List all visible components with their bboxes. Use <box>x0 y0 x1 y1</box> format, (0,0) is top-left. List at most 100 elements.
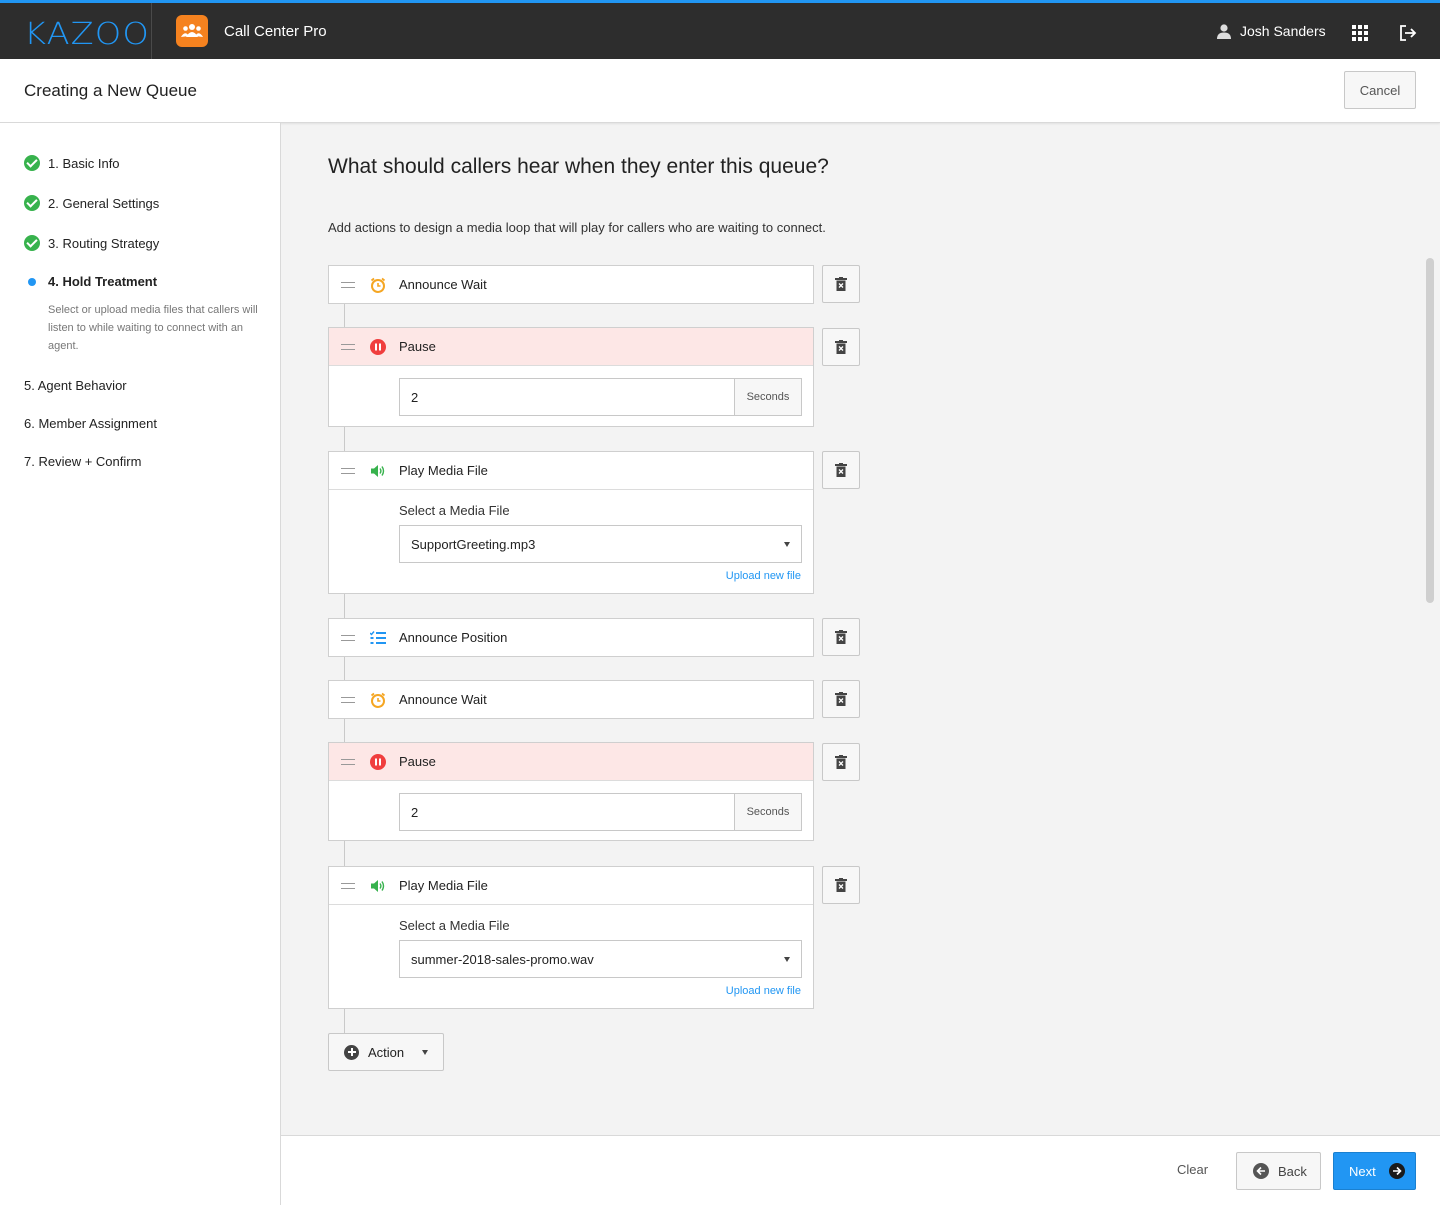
arrow-right-circle-icon <box>1388 1163 1405 1179</box>
drag-handle-icon[interactable] <box>341 634 355 641</box>
logout-icon[interactable] <box>1399 24 1417 42</box>
step-routing-strategy[interactable]: 3. Routing Strategy <box>24 235 159 251</box>
delete-action-button[interactable] <box>822 743 860 781</box>
action-body: Select a Media File summer-2018-sales-pr… <box>329 904 813 1008</box>
arrow-left-circle-icon <box>1253 1163 1269 1179</box>
user-menu[interactable]: Josh Sanders <box>1216 23 1326 39</box>
add-action-label: Action <box>368 1044 405 1060</box>
trash-icon <box>835 755 847 769</box>
connector-line <box>344 1009 345 1033</box>
delete-action-button[interactable] <box>822 866 860 904</box>
top-divider <box>151 3 152 59</box>
check-icon <box>24 235 40 251</box>
caret-down-icon <box>422 1049 429 1055</box>
clear-link[interactable]: Clear <box>1177 1162 1208 1177</box>
drag-handle-icon[interactable] <box>341 343 355 350</box>
drag-handle-icon[interactable] <box>341 758 355 765</box>
step-label: 5. Agent Behavior <box>24 378 127 393</box>
caret-down-icon <box>784 542 790 547</box>
step-label: 2. General Settings <box>48 195 160 211</box>
connector-line <box>344 841 345 866</box>
step-basic-info[interactable]: 1. Basic Info <box>24 155 120 171</box>
step-label: 4. Hold Treatment <box>48 274 158 289</box>
connector-line <box>344 656 345 680</box>
media-file-select[interactable]: summer-2018-sales-promo.wav <box>399 940 802 978</box>
action-announce-position: Announce Position <box>328 618 814 657</box>
main-title: What should callers hear when they enter… <box>328 155 829 178</box>
action-play-media-file: Play Media File Select a Media File summ… <box>328 866 814 1009</box>
add-action-dropdown[interactable]: Action <box>328 1033 444 1071</box>
action-header: Announce Position <box>329 619 813 656</box>
action-header: Play Media File <box>329 452 813 489</box>
drag-handle-icon[interactable] <box>341 882 355 889</box>
action-announce-wait: Announce Wait <box>328 265 814 304</box>
connector-line <box>344 303 345 327</box>
delete-action-button[interactable] <box>822 618 860 656</box>
user-name: Josh Sanders <box>1240 23 1326 39</box>
check-icon <box>24 155 40 171</box>
drag-handle-icon[interactable] <box>341 281 355 288</box>
kazoo-logo[interactable]: KAZOO <box>24 17 150 52</box>
step-label: 3. Routing Strategy <box>48 235 160 251</box>
pause-seconds-input[interactable] <box>400 379 734 415</box>
action-pause: Pause Seconds <box>328 327 814 427</box>
step-member-assignment[interactable]: 6. Member Assignment <box>24 416 157 431</box>
wizard-sidebar: 1. Basic Info 2. General Settings 3. Rou… <box>0 123 281 1205</box>
drag-handle-icon[interactable] <box>341 467 355 474</box>
media-file-select[interactable]: SupportGreeting.mp3 <box>399 525 802 563</box>
action-label: Announce Wait <box>399 277 487 292</box>
active-step-description: Select or upload media files that caller… <box>48 304 258 352</box>
action-label: Announce Position <box>399 630 508 645</box>
step-label: 1. Basic Info <box>48 155 120 171</box>
action-label: Play Media File <box>399 878 488 893</box>
caret-down-icon <box>784 957 790 962</box>
wizard-footer: Clear Back Next <box>281 1135 1440 1205</box>
step-review-confirm[interactable]: 7. Review + Confirm <box>24 454 141 469</box>
trash-icon <box>835 630 847 644</box>
page-title: Creating a New Queue <box>24 81 197 100</box>
scrollbar-thumb[interactable] <box>1426 258 1434 603</box>
trash-icon <box>835 463 847 477</box>
next-button[interactable]: Next <box>1333 1152 1416 1190</box>
back-label: Back <box>1278 1163 1307 1179</box>
back-button[interactable]: Back <box>1236 1152 1321 1190</box>
page-header: Creating a New Queue Cancel <box>0 59 1440 123</box>
action-label: Announce Wait <box>399 692 487 707</box>
selected-media-file: SupportGreeting.mp3 <box>411 536 536 552</box>
next-label: Next <box>1349 1163 1376 1179</box>
pause-seconds-input[interactable] <box>400 794 734 830</box>
action-label: Pause <box>399 339 436 354</box>
call-center-app-icon[interactable] <box>176 15 208 47</box>
drag-handle-icon[interactable] <box>341 696 355 703</box>
check-icon <box>24 195 40 211</box>
speaker-icon <box>369 462 387 480</box>
upload-new-file-link[interactable]: Upload new file <box>726 570 801 582</box>
action-header: Announce Wait <box>329 266 813 303</box>
trash-icon <box>835 692 847 706</box>
media-file-label: Select a Media File <box>399 918 510 933</box>
app-name: Call Center Pro <box>224 23 327 40</box>
delete-action-button[interactable] <box>822 680 860 718</box>
main-description: Add actions to design a media loop that … <box>328 220 826 235</box>
seconds-unit-label: Seconds <box>734 379 801 415</box>
active-step-dot-icon <box>28 277 36 286</box>
cancel-button[interactable]: Cancel <box>1344 71 1416 109</box>
action-body: Seconds <box>329 365 813 426</box>
pause-icon <box>369 753 387 771</box>
top-bar: KAZOO Call Center Pro Josh Sanders <box>0 0 1440 59</box>
trash-icon <box>835 340 847 354</box>
alarm-clock-icon <box>369 276 387 294</box>
delete-action-button[interactable] <box>822 451 860 489</box>
delete-action-button[interactable] <box>822 265 860 303</box>
action-label: Play Media File <box>399 463 488 478</box>
plus-circle-icon <box>344 1044 359 1060</box>
action-announce-wait: Announce Wait <box>328 680 814 719</box>
step-general-settings[interactable]: 2. General Settings <box>24 195 159 211</box>
app-grid-icon[interactable] <box>1352 25 1368 41</box>
delete-action-button[interactable] <box>822 328 860 366</box>
step-agent-behavior[interactable]: 5. Agent Behavior <box>24 378 127 393</box>
upload-new-file-link[interactable]: Upload new file <box>726 985 801 997</box>
step-hold-treatment[interactable]: 4. Hold Treatment <box>24 274 157 289</box>
media-file-label: Select a Media File <box>399 503 510 518</box>
step-label: 6. Member Assignment <box>24 416 157 431</box>
